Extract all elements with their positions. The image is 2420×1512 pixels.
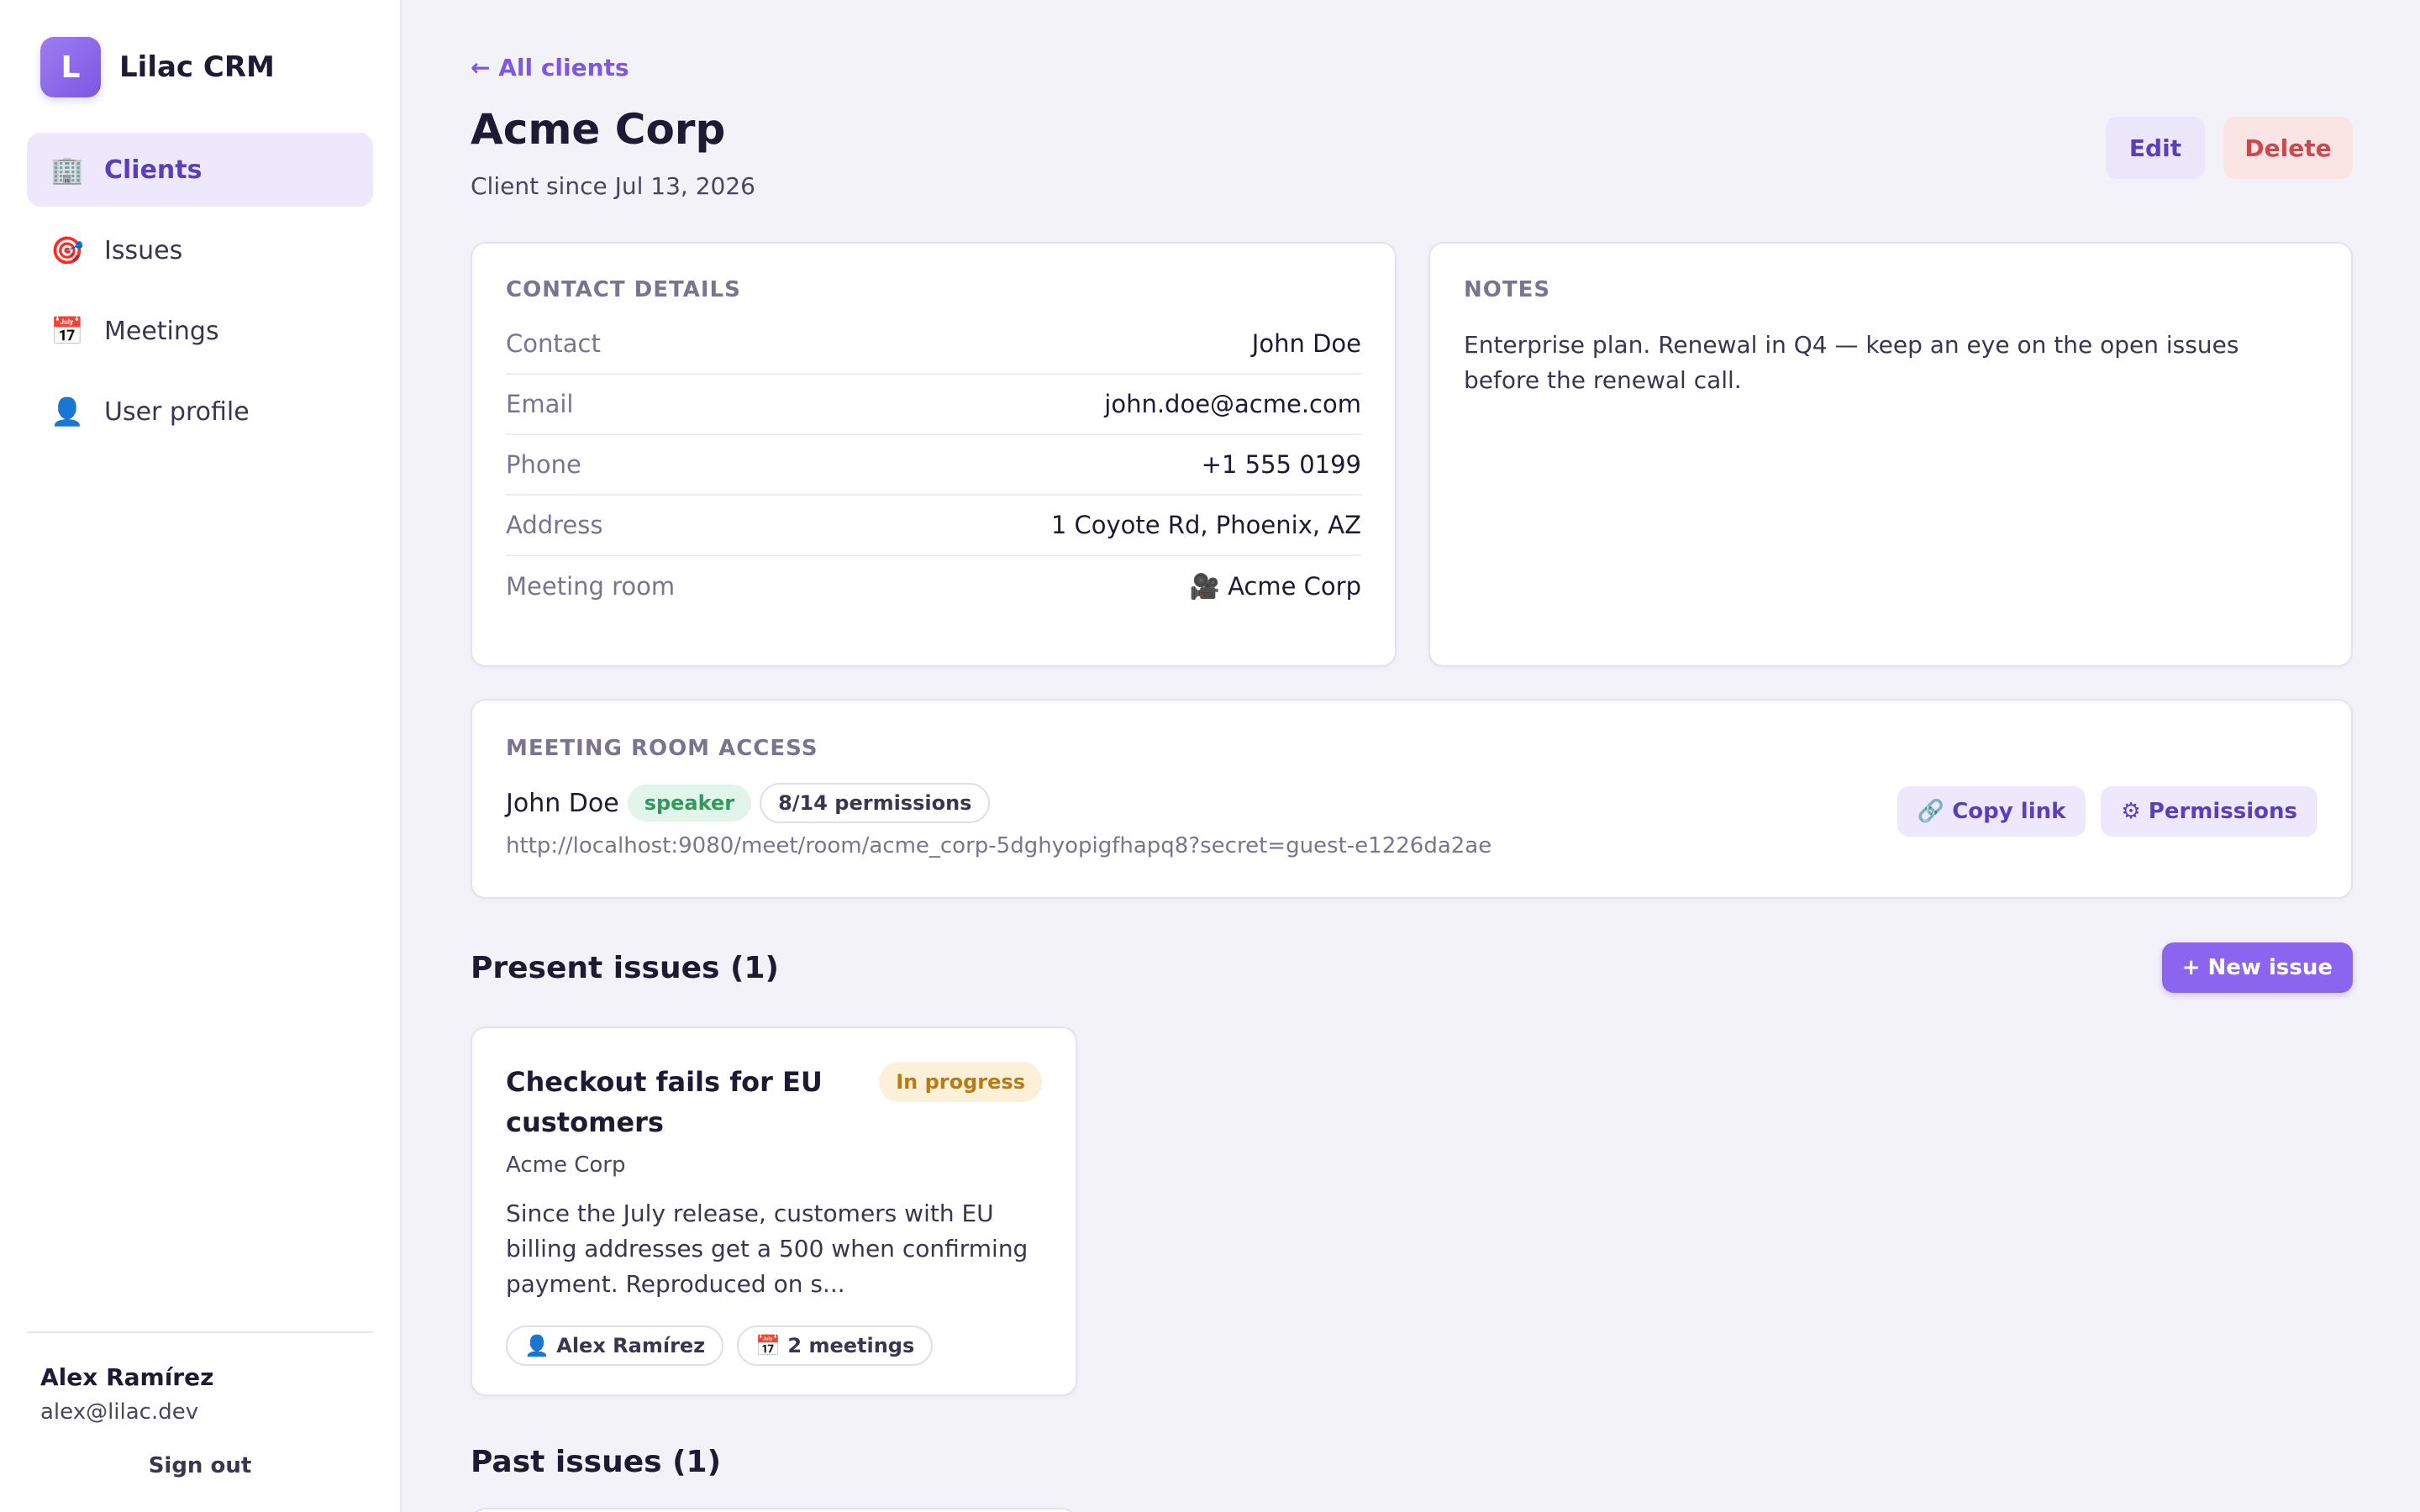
issue-client: Acme Corp (506, 1152, 626, 1178)
page-subtitle: Client since Jul 13, 2026 (471, 172, 755, 200)
main-content: ← All clients Acme Corp Client since Jul… (402, 0, 2420, 1512)
section-label: MEETING ROOM ACCESS (506, 736, 818, 761)
issue-title: Checkout fails for EU customers (506, 1066, 823, 1138)
sidebar-item-label: Meetings (104, 316, 219, 346)
detail-value: John Doe (1251, 329, 1361, 358)
sidebar-nav: 🏢 Clients 🎯 Issues 📅 Meetings 👤 User pro… (27, 133, 373, 455)
meetings-tag: 📅 2 meetings (737, 1326, 934, 1366)
present-issues-header: Present issues (1) + New issue (471, 942, 2353, 993)
calendar-icon: 📅 (50, 315, 84, 347)
new-issue-button[interactable]: + New issue (2161, 942, 2353, 993)
role-badge: speaker (627, 785, 752, 822)
assignee-tag: 👤 Alex Ramírez (506, 1326, 724, 1366)
sidebar-item-issues[interactable]: 🎯 Issues (27, 213, 373, 287)
page-title: Acme Corp (471, 105, 726, 154)
sidebar-item-label: Issues (104, 235, 183, 265)
meeting-room-value: 🎥 Acme Corp (1189, 571, 1361, 601)
contact-detail-list: Contact John Doe Email john.doe@acme.com… (506, 314, 1361, 617)
sidebar-footer: Alex Ramírez alex@lilac.dev Sign out (27, 1331, 373, 1478)
section-label: NOTES (1464, 277, 1551, 302)
back-to-clients-link[interactable]: ← All clients (471, 54, 629, 81)
detail-label: Meeting room (506, 572, 676, 601)
sidebar-item-meetings[interactable]: 📅 Meetings (27, 294, 373, 368)
past-issues-title: Past issues (1) (471, 1445, 722, 1479)
user-name: Alex Ramírez (40, 1363, 214, 1391)
past-issue-card[interactable] (471, 1508, 1077, 1512)
detail-label: Phone (506, 450, 581, 479)
brand-logo: L (40, 37, 101, 97)
edit-button[interactable]: Edit (2106, 117, 2205, 179)
present-issues-title: Present issues (1) (471, 950, 779, 985)
building-icon: 🏢 (50, 154, 84, 186)
detail-row-contact: Contact John Doe (506, 314, 1361, 375)
delete-button[interactable]: Delete (2223, 117, 2353, 179)
user-icon: 👤 (50, 396, 84, 428)
issue-description: Since the July release, customers with E… (506, 1200, 1028, 1298)
detail-value: john.doe@acme.com (1104, 390, 1361, 418)
detail-label: Email (506, 390, 574, 418)
sign-out-button[interactable]: Sign out (27, 1453, 373, 1478)
user-email: alex@lilac.dev (40, 1399, 199, 1425)
sidebar-item-user-profile[interactable]: 👤 User profile (27, 375, 373, 449)
header-actions: Edit Delete (2106, 117, 2353, 179)
brand[interactable]: L Lilac CRM (40, 37, 373, 97)
page-header: Acme Corp Client since Jul 13, 2026 Edit… (471, 105, 2353, 200)
permissions-badge: 8/14 permissions (760, 783, 991, 823)
copy-link-button[interactable]: 🔗 Copy link (1897, 786, 2086, 837)
issue-card[interactable]: Checkout fails for EU customers In progr… (471, 1026, 1077, 1396)
detail-row-meeting-room: Meeting room 🎥 Acme Corp (506, 556, 1361, 617)
brand-name: Lilac CRM (119, 50, 275, 84)
detail-value: +1 555 0199 (1201, 450, 1361, 479)
notes-card: NOTES Enterprise plan. Renewal in Q4 — k… (1428, 242, 2353, 667)
target-icon: 🎯 (50, 234, 84, 266)
detail-label: Contact (506, 329, 601, 358)
detail-row-email: Email john.doe@acme.com (506, 375, 1361, 435)
participant-name: John Doe (506, 788, 619, 818)
sidebar-item-label: User profile (104, 396, 250, 427)
detail-label: Address (506, 511, 603, 539)
meeting-room-url: http://localhost:9080/meet/room/acme_cor… (506, 833, 1492, 858)
issue-tags: 👤 Alex Ramírez 📅 2 meetings (506, 1326, 1042, 1366)
section-label: CONTACT DETAILS (506, 277, 741, 302)
sidebar-item-clients[interactable]: 🏢 Clients (27, 133, 373, 207)
contact-details-card: CONTACT DETAILS Contact John Doe Email j… (471, 242, 1397, 667)
meeting-room-access-card: MEETING ROOM ACCESS John Doe speaker 8/1… (471, 699, 2353, 899)
access-actions: 🔗 Copy link ⚙ Permissions (1897, 786, 2317, 837)
status-badge: In progress (879, 1062, 1042, 1102)
detail-value: 1 Coyote Rd, Phoenix, AZ (1050, 511, 1361, 539)
notes-text: Enterprise plan. Renewal in Q4 — keep an… (1464, 331, 2239, 394)
sidebar: L Lilac CRM 🏢 Clients 🎯 Issues 📅 Meeting… (0, 0, 402, 1512)
detail-row-phone: Phone +1 555 0199 (506, 435, 1361, 496)
app-root: L Lilac CRM 🏢 Clients 🎯 Issues 📅 Meeting… (0, 0, 2420, 1512)
sidebar-item-label: Clients (104, 155, 203, 185)
permissions-button[interactable]: ⚙ Permissions (2101, 786, 2317, 837)
details-row: CONTACT DETAILS Contact John Doe Email j… (471, 242, 2353, 667)
detail-row-address: Address 1 Coyote Rd, Phoenix, AZ (506, 496, 1361, 556)
